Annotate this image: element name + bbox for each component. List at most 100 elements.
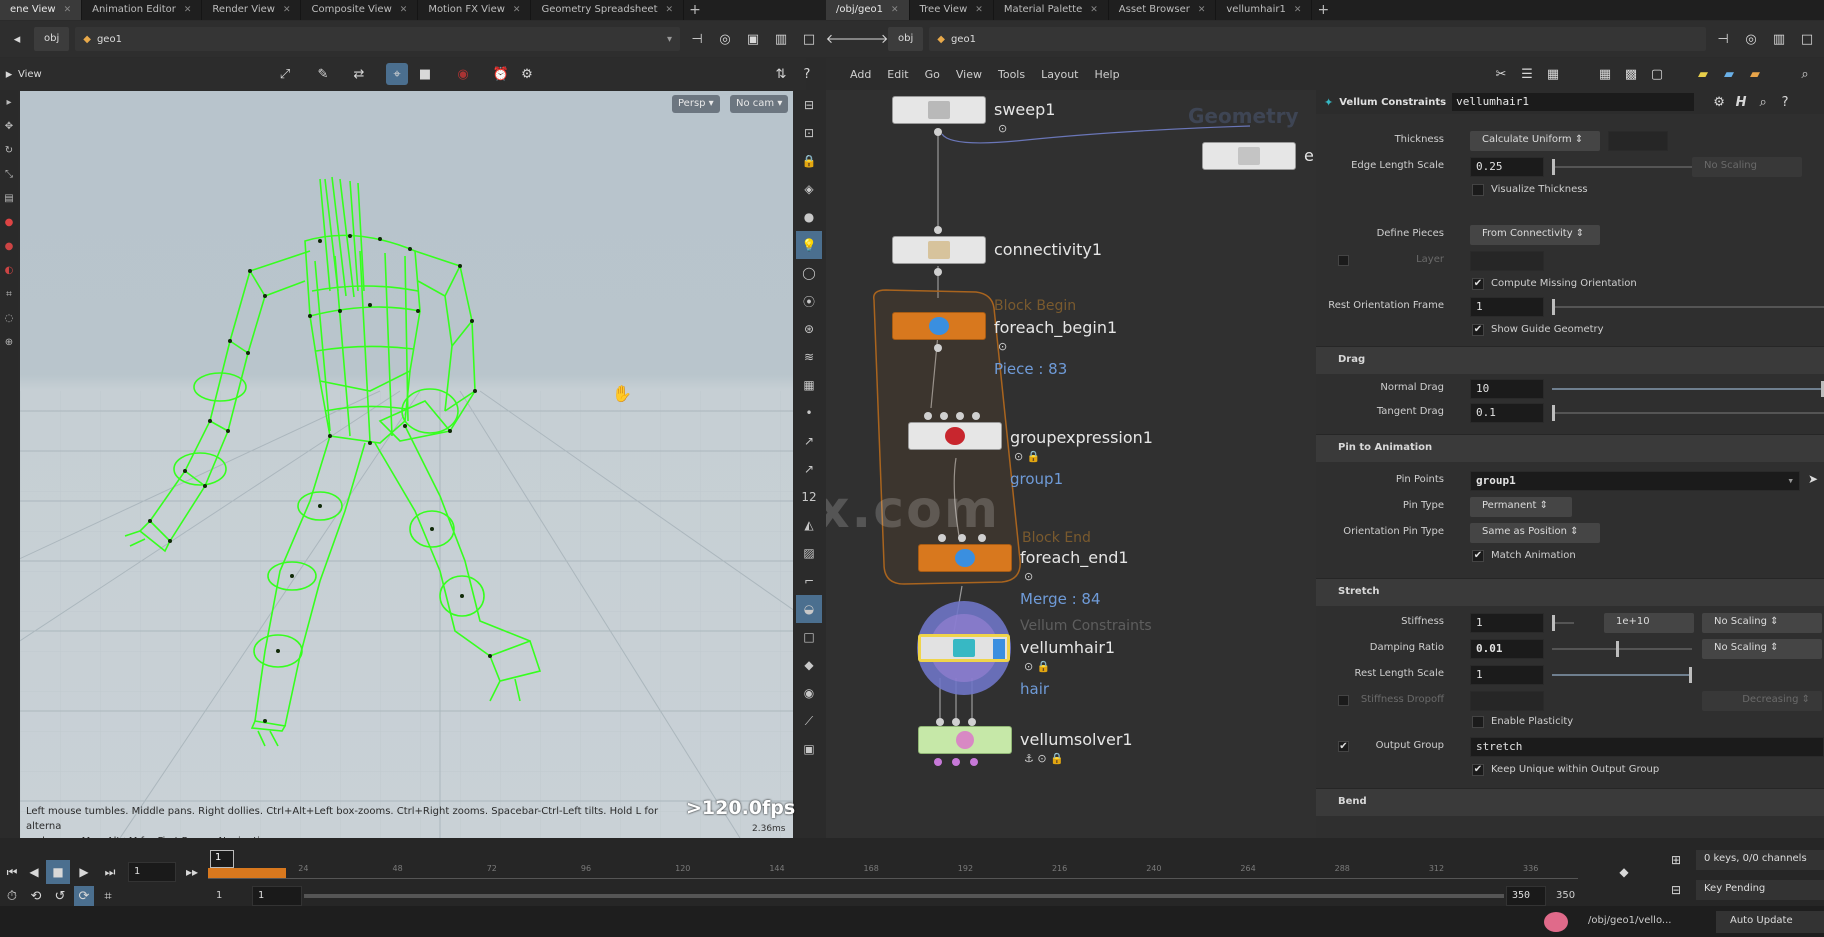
node-name-field[interactable]: vellumhair1 <box>1452 93 1695 111</box>
numbers-icon[interactable]: 12 <box>796 483 822 511</box>
key-pending-button[interactable]: Key Pending <box>1696 880 1824 900</box>
node-vellumhair1[interactable] <box>918 634 1010 662</box>
search-icon[interactable]: ⌕ <box>1752 91 1774 113</box>
input-connector[interactable] <box>936 718 944 726</box>
vectors-icon[interactable]: ↗ <box>796 455 822 483</box>
node-sweep1[interactable] <box>892 96 986 124</box>
normal-drag-field[interactable]: 10 <box>1470 379 1544 399</box>
slider-knob[interactable] <box>1552 159 1555 175</box>
step-back-icon[interactable]: ◀ <box>22 860 46 884</box>
tab-vellumhair1[interactable]: vellumhair1 ✕ <box>1216 0 1313 20</box>
layout-icon[interactable]: ▩ <box>1620 63 1642 85</box>
output-connector[interactable] <box>970 758 978 766</box>
step-forward-icon[interactable]: ▸▸ <box>180 860 204 884</box>
drag-section-header[interactable]: Drag <box>1316 346 1824 374</box>
persp-menu[interactable]: Persp ▾ <box>672 95 720 113</box>
keep-unique-checkbox[interactable]: ✔ <box>1472 764 1484 776</box>
stop-icon[interactable]: ■ <box>46 860 70 884</box>
node-groupexpression1[interactable] <box>908 422 1002 450</box>
tab-material-palette[interactable]: Material Palette ✕ <box>994 0 1109 20</box>
stiffness-dropoff-field[interactable] <box>1470 691 1544 711</box>
frame-icon[interactable]: □ <box>796 623 822 651</box>
select-tool-icon[interactable]: ⤢ <box>274 63 296 85</box>
split-pane-icon[interactable]: ▥ <box>1768 28 1790 50</box>
normal-drag-slider[interactable] <box>1552 381 1824 397</box>
step-icon[interactable]: ⟲ <box>26 886 46 906</box>
pin-points-field[interactable]: group1 ▾ <box>1470 471 1800 491</box>
tab-composite-view[interactable]: Composite View ✕ <box>301 0 419 20</box>
handle-tool-icon[interactable]: ⌖ <box>386 63 408 85</box>
gear-icon[interactable]: ⚙ <box>1708 91 1730 113</box>
close-icon[interactable]: ✕ <box>1294 0 1302 20</box>
input-connector[interactable] <box>924 412 932 420</box>
close-icon[interactable]: ✕ <box>283 0 291 20</box>
lock-icon[interactable]: ▤ <box>0 186 18 210</box>
link-icon[interactable]: ◎ <box>714 28 736 50</box>
tab-scene-view[interactable]: ene View ✕ <box>0 0 83 20</box>
network-editor[interactable]: Geometry iiivfx.com sweep1 ⊙ e connectiv… <box>826 90 1316 838</box>
chevron-down-icon[interactable]: ▾ <box>1787 474 1794 487</box>
dot-icon[interactable]: • <box>796 399 822 427</box>
camera-icon[interactable]: ■ <box>414 63 436 85</box>
menu-view[interactable]: View <box>956 68 982 81</box>
grid-view-icon[interactable]: ▦ <box>1594 63 1616 85</box>
play-icon[interactable]: ▶ <box>72 860 96 884</box>
tab-network-editor[interactable]: /obj/geo1 ✕ <box>826 0 910 20</box>
range-slider[interactable] <box>304 894 1504 898</box>
scale-icon[interactable]: ⤡ <box>0 162 18 186</box>
close-icon[interactable]: ✕ <box>665 0 673 20</box>
output-connector[interactable] <box>934 758 942 766</box>
damping-scaling-menu[interactable]: No Scaling ⇕ <box>1702 639 1822 659</box>
brain-icon[interactable] <box>1544 912 1568 932</box>
sticky-icon[interactable]: ▰ <box>1744 63 1766 85</box>
audio-icon[interactable]: ◆ <box>1612 860 1636 884</box>
display-flag-icon[interactable]: ⊙ <box>1024 570 1033 583</box>
jump-start-icon[interactable]: ⏮ <box>0 860 24 884</box>
back-arrow-icon[interactable]: 🡐 <box>826 28 861 50</box>
close-icon[interactable]: ✕ <box>400 0 408 20</box>
help-h-icon[interactable]: H <box>1730 91 1752 113</box>
snapshot-icon[interactable]: ⏰ <box>490 63 512 85</box>
menu-edit[interactable]: Edit <box>887 68 908 81</box>
stiffness-dropoff-checkbox[interactable] <box>1338 695 1349 706</box>
frame-ruler[interactable]: 1 24 48 72 96 120 144 168 192 216 240 264 288 312 336 <box>208 848 1578 888</box>
scene-viewport[interactable]: ✋ <box>20 91 793 838</box>
slider-knob[interactable] <box>1552 299 1555 315</box>
input-connector[interactable] <box>972 412 980 420</box>
help-icon[interactable]: ? <box>1774 91 1796 113</box>
input-connector[interactable] <box>938 534 946 542</box>
tangent-drag-slider[interactable] <box>1552 405 1824 421</box>
edge-length-scale-field[interactable]: 0.25 <box>1470 157 1544 177</box>
search-icon[interactable]: ⌕ <box>1794 63 1816 85</box>
tangent-drag-field[interactable]: 0.1 <box>1470 403 1544 423</box>
magnet-icon[interactable]: ◐ <box>0 258 18 282</box>
close-icon[interactable]: ✕ <box>975 0 983 20</box>
display-flag-icon[interactable]: ⊙ 🔒 <box>1014 450 1040 463</box>
lock-icon[interactable]: 🔒 <box>796 147 822 175</box>
stiffness-slider[interactable] <box>1552 615 1574 631</box>
note-icon[interactable]: ▰ <box>1692 63 1714 85</box>
fog-icon[interactable]: ⊛ <box>796 315 822 343</box>
layer-field[interactable] <box>1470 251 1544 271</box>
pin-icon[interactable]: ⊣ <box>686 28 708 50</box>
help-icon[interactable]: ? <box>796 63 818 85</box>
menu-go[interactable]: Go <box>925 68 940 81</box>
slider-knob[interactable] <box>1616 641 1619 657</box>
pin-section-header[interactable]: Pin to Animation <box>1316 434 1824 462</box>
close-icon[interactable]: ✕ <box>1090 0 1098 20</box>
display-flag-icon[interactable]: ⊙ <box>998 122 1007 135</box>
damping-ratio-field[interactable]: 0.01 <box>1470 639 1544 659</box>
bend-section-header[interactable]: Bend <box>1316 788 1824 816</box>
show-guide-checkbox[interactable]: ✔ <box>1472 324 1484 336</box>
output-connector[interactable] <box>952 758 960 766</box>
path-geo-field[interactable]: ◆ geo1 <box>929 27 1706 51</box>
output-group-field[interactable]: stretch <box>1470 737 1824 757</box>
visualize-thickness-checkbox[interactable] <box>1472 184 1484 196</box>
chevron-down-icon[interactable]: ▾ <box>667 34 672 45</box>
stretch-section-header[interactable]: Stretch <box>1316 578 1824 606</box>
thickness-aux-field[interactable] <box>1608 131 1668 151</box>
object-icon[interactable]: ◆ <box>796 651 822 679</box>
back-arrow-icon[interactable]: ◂ <box>6 28 28 50</box>
handle-icon[interactable]: ⟋ <box>796 707 822 735</box>
input-connector[interactable] <box>934 226 942 234</box>
